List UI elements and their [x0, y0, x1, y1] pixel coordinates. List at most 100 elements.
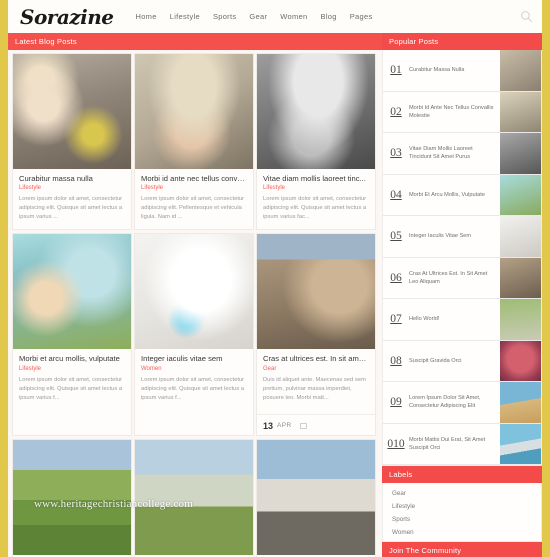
post-thumbnail[interactable]	[257, 54, 375, 169]
popular-post-item[interactable]: 04 Morbi Et Arcu Mollis, Vulputate	[383, 174, 541, 216]
popular-post-thumbnail[interactable]	[500, 216, 541, 257]
nav-item-women[interactable]: Women	[280, 12, 307, 21]
label-item-sports[interactable]: Sports	[383, 513, 541, 526]
post-card[interactable]: Hello World!	[12, 438, 132, 557]
comment-icon[interactable]	[299, 422, 307, 429]
post-card[interactable]: Maecenas sed sem pretium	[134, 438, 254, 557]
post-card[interactable]: Morbi id ante nec tellus conval... Lifes…	[134, 53, 254, 231]
post-excerpt: Lorem ipsum dolor sit amet, consectetur …	[263, 196, 367, 221]
popular-post-item[interactable]: 03 Vitae Diam Mollis Laoreet Tincidunt S…	[383, 133, 541, 175]
label-item-gear[interactable]: Gear	[383, 487, 541, 500]
post-thumbnail[interactable]	[257, 234, 375, 350]
post-card[interactable]: Vitae diam mollis laoreet tinc... Lifest…	[256, 53, 376, 231]
post-excerpt: Lorem ipsum dolor sit amet, consectetur …	[141, 376, 245, 401]
post-thumbnail[interactable]	[13, 439, 131, 555]
popular-post-title[interactable]: Vitae Diam Mollis Laoreet Tincidunt Sit …	[409, 145, 500, 161]
popular-post-number: 02	[390, 105, 402, 118]
post-title[interactable]: Curabitur massa nulla	[19, 174, 125, 183]
popular-post-title[interactable]: Suscipit Gravida Orci	[409, 357, 500, 365]
popular-post-title[interactable]: Morbi Et Arcu Mollis, Vulputate	[409, 191, 500, 199]
popular-post-item[interactable]: 07 Hello World!	[383, 299, 541, 341]
post-category[interactable]: Lifestyle	[19, 185, 125, 191]
post-card[interactable]: adipiscing elit. Vivamus elementum	[256, 438, 376, 557]
post-card-body: Vitae diam mollis laoreet tinc... Lifest…	[257, 169, 375, 229]
popular-post-title[interactable]: Lorem Ipsum Dolor Sit Amet, Consectetur …	[409, 394, 500, 410]
popular-post-title[interactable]: Hello World!	[409, 315, 500, 323]
post-date-month: APR	[277, 422, 292, 430]
popular-post-title[interactable]: Curabitur Massa Nulla	[409, 66, 500, 74]
popular-post-thumbnail[interactable]	[500, 423, 541, 465]
post-category[interactable]: Women	[141, 366, 247, 372]
popular-post-thumbnail[interactable]	[500, 257, 541, 299]
nav-item-home[interactable]: Home	[136, 12, 157, 21]
latest-posts-title: Latest Blog Posts	[15, 36, 77, 46]
nav-item-gear[interactable]: Gear	[249, 12, 267, 21]
post-thumbnail[interactable]	[13, 54, 131, 169]
popular-post-title[interactable]: Morbi Id Ante Nec Tellus Convallis Moles…	[409, 104, 500, 120]
labels-title: Labels	[389, 469, 413, 479]
post-category[interactable]: Lifestyle	[141, 185, 247, 191]
popular-post-thumbnail[interactable]	[500, 133, 541, 174]
post-category[interactable]: Lifestyle	[19, 366, 125, 372]
labels-list: Gear Lifestyle Sports Women	[382, 483, 542, 542]
post-thumbnail[interactable]	[257, 439, 375, 555]
latest-posts-header: Latest Blog Posts	[8, 33, 382, 50]
post-title[interactable]: Vitae diam mollis laoreet tinc...	[263, 174, 369, 183]
post-thumbnail[interactable]	[13, 234, 131, 350]
post-card[interactable]: Cras at ultrices est. In sit amet... Gea…	[256, 233, 376, 436]
nav-item-blog[interactable]: Blog	[321, 12, 337, 21]
popular-post-thumbnail[interactable]	[500, 382, 541, 423]
community-title: Join The Community	[389, 545, 462, 555]
labels-header: Labels	[382, 466, 542, 483]
label-item-lifestyle[interactable]: Lifestyle	[383, 500, 541, 513]
search-icon[interactable]	[518, 9, 534, 25]
popular-post-number: 08	[390, 354, 402, 367]
popular-post-title[interactable]: Cras At Ultrices Est. In Sit Amet Leo Al…	[409, 270, 500, 286]
post-title[interactable]: Integer iaculis vitae sem	[141, 354, 247, 363]
popular-post-thumbnail[interactable]	[500, 50, 541, 91]
popular-posts-title: Popular Posts	[389, 36, 439, 46]
nav-item-sports[interactable]: Sports	[213, 12, 236, 21]
nav-item-lifestyle[interactable]: Lifestyle	[170, 12, 200, 21]
post-thumbnail[interactable]	[135, 54, 253, 169]
popular-post-item[interactable]: 05 Integer Iaculis Vitae Sem	[383, 216, 541, 258]
popular-post-item[interactable]: 01 Curabitur Massa Nulla	[383, 50, 541, 92]
post-date-day: 13	[263, 420, 274, 431]
site-logo[interactable]: Sorazine	[20, 7, 114, 27]
popular-post-thumbnail[interactable]	[500, 174, 541, 216]
post-grid: Curabitur massa nulla Lifestyle Lorem ip…	[8, 50, 382, 557]
label-item-women[interactable]: Women	[383, 526, 541, 539]
popular-post-number: 01	[390, 64, 402, 77]
popular-post-item[interactable]: 06 Cras At Ultrices Est. In Sit Amet Leo…	[383, 257, 541, 299]
popular-post-title[interactable]: Morbi Mattis Dui Erat, Sit Amet Suscipit…	[409, 436, 500, 452]
popular-post-number: 07	[390, 313, 402, 326]
post-thumbnail[interactable]	[135, 439, 253, 555]
popular-post-title[interactable]: Integer Iaculis Vitae Sem	[409, 232, 500, 240]
post-card[interactable]: Integer iaculis vitae sem Women Lorem ip…	[134, 233, 254, 436]
popular-post-thumbnail[interactable]	[500, 340, 541, 382]
popular-post-item[interactable]: 02 Morbi Id Ante Nec Tellus Convallis Mo…	[383, 91, 541, 133]
popular-post-item[interactable]: 010 Morbi Mattis Dui Erat, Sit Amet Susc…	[383, 423, 541, 465]
page-container: Sorazine Home Lifestyle Sports Gear Wome…	[8, 0, 542, 557]
post-category[interactable]: Lifestyle	[263, 185, 369, 191]
post-category[interactable]: Gear	[263, 366, 369, 372]
popular-post-number: 010	[387, 437, 405, 450]
nav-item-pages[interactable]: Pages	[350, 12, 373, 21]
post-title[interactable]: Morbi id ante nec tellus conval...	[141, 174, 247, 183]
popular-post-number: 04	[390, 188, 402, 201]
popular-posts-header: Popular Posts	[382, 33, 542, 50]
popular-post-thumbnail[interactable]	[500, 91, 541, 133]
popular-post-number: 03	[390, 147, 402, 160]
popular-post-thumbnail[interactable]	[500, 299, 541, 340]
popular-post-item[interactable]: 09 Lorem Ipsum Dolor Sit Amet, Consectet…	[383, 382, 541, 424]
post-card[interactable]: Curabitur massa nulla Lifestyle Lorem ip…	[12, 53, 132, 231]
post-excerpt: Lorem ipsum dolor sit amet, consectetur …	[19, 376, 123, 401]
community-header: Join The Community	[382, 542, 542, 557]
popular-post-number: 05	[390, 230, 402, 243]
post-title[interactable]: Morbi et arcu mollis, vulputate	[19, 354, 125, 363]
post-card[interactable]: Morbi et arcu mollis, vulputate Lifestyl…	[12, 233, 132, 436]
post-title[interactable]: Cras at ultrices est. In sit amet...	[263, 354, 369, 363]
popular-post-item[interactable]: 08 Suscipit Gravida Orci	[383, 340, 541, 382]
site-header: Sorazine Home Lifestyle Sports Gear Wome…	[8, 0, 542, 33]
post-thumbnail[interactable]	[135, 234, 253, 350]
